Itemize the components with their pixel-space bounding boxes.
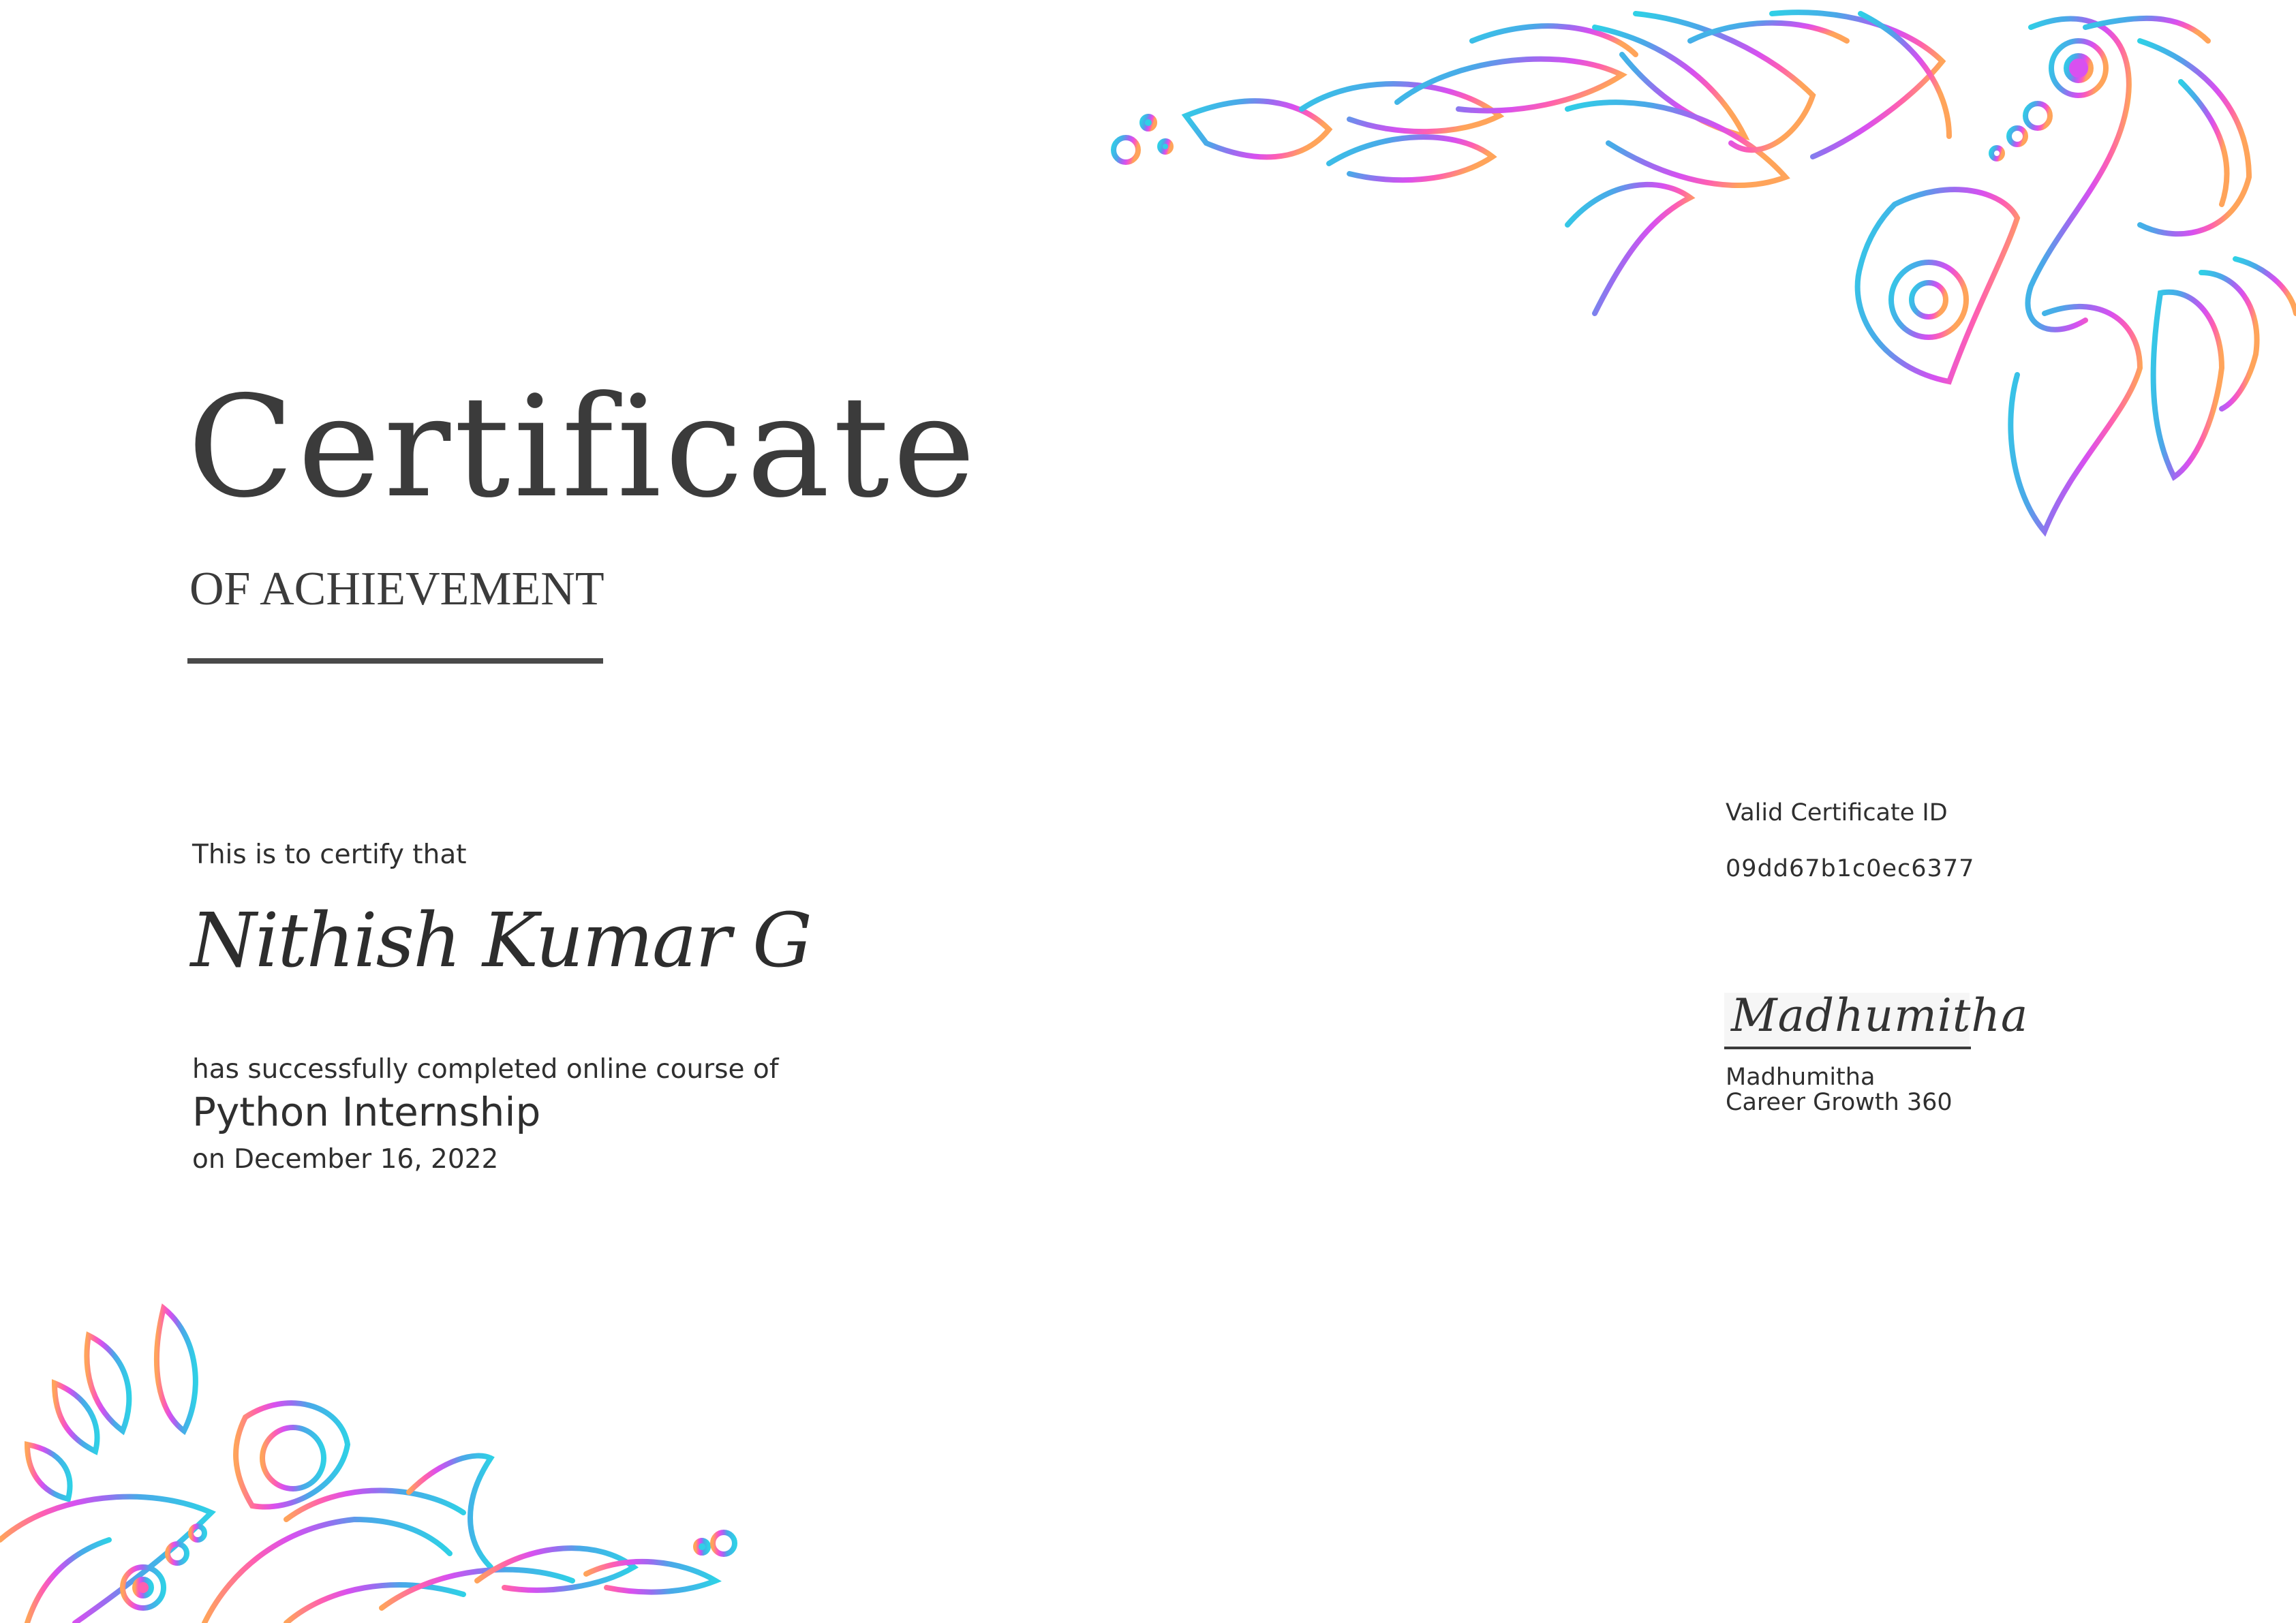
- signature-line: [1724, 1047, 1971, 1049]
- course-name: Python Internship: [192, 1089, 541, 1135]
- completion-date: on December 16, 2022: [192, 1144, 499, 1175]
- completion-text: has successfully completed online course…: [192, 1054, 779, 1085]
- title-divider: [187, 658, 603, 664]
- signatory-name: Madhumitha: [1726, 1064, 1876, 1091]
- bottom-left-ornament: [0, 1303, 737, 1623]
- certificate-id[interactable]: 09dd67b1c0ec6377: [1726, 855, 1974, 882]
- certificate-subtitle: OF ACHIEVEMENT: [189, 563, 604, 615]
- signature: Madhumitha: [1731, 989, 2029, 1042]
- signatory-organization: Career Growth 360: [1726, 1089, 1953, 1116]
- certificate-id-label: Valid Certificate ID: [1726, 799, 1948, 826]
- top-right-ornament: [1111, 10, 2296, 537]
- certificate-title: Certificate: [187, 367, 979, 529]
- recipient-name: Nithish Kumar G: [191, 897, 812, 984]
- certify-intro: This is to certify that: [192, 839, 467, 870]
